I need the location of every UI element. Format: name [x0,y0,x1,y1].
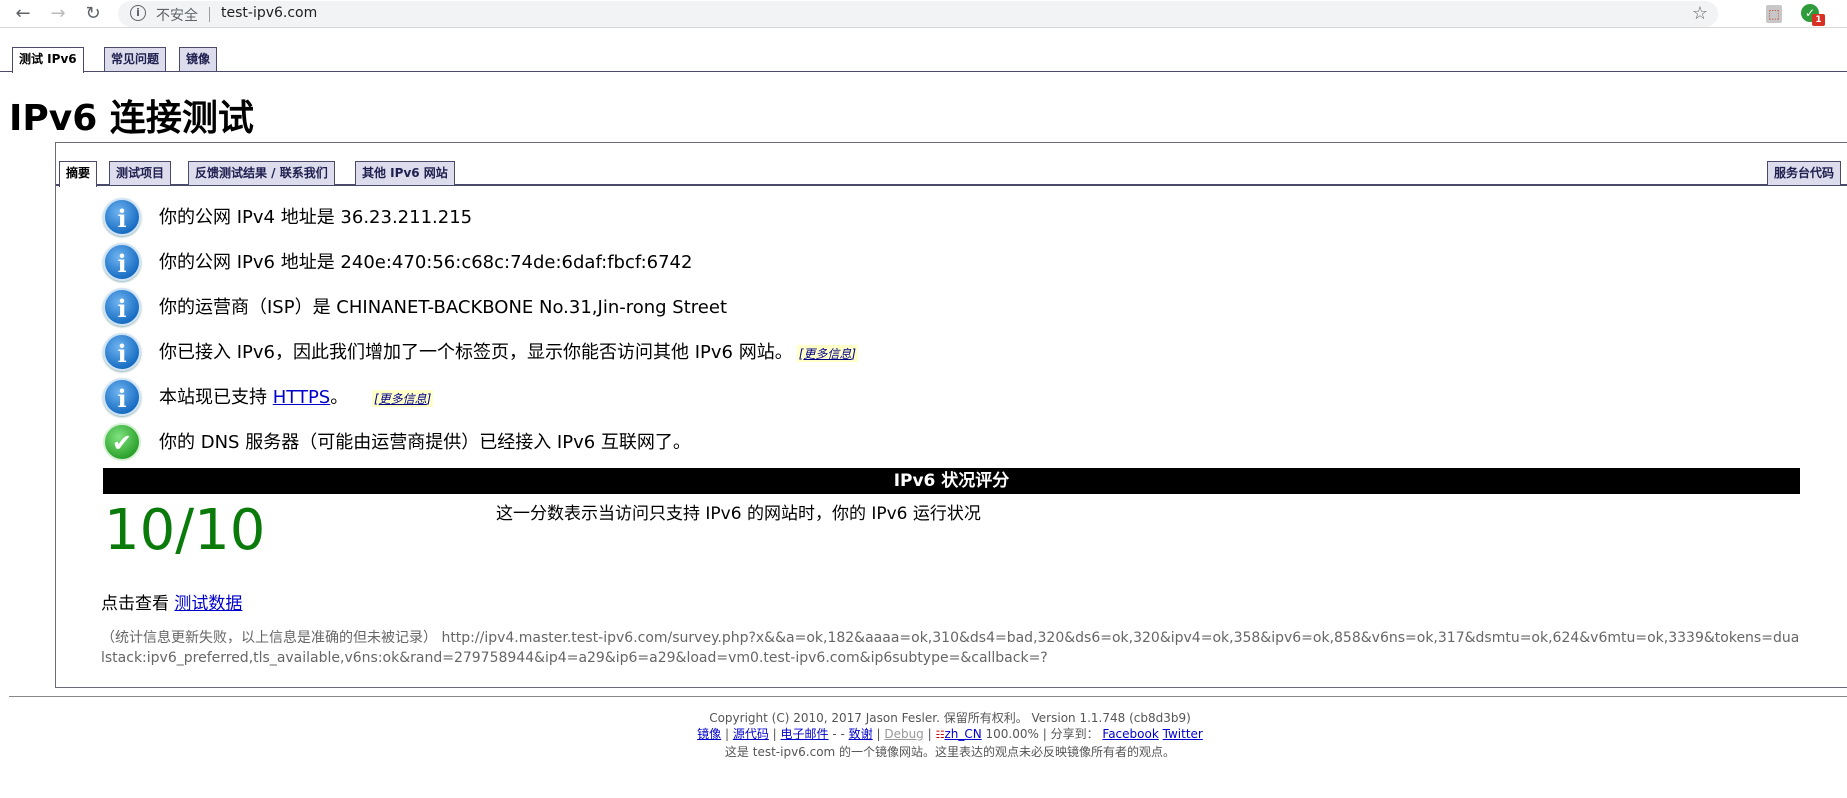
dns-text: 你的 DNS 服务器（可能由运营商提供）已经接入 IPv6 互联网了。 [159,432,691,453]
footer-locale-pct: 100.00% | 分享到： [981,727,1103,741]
back-arrow-icon[interactable]: ← [12,3,34,25]
test-data-prefix: 点击查看 [101,594,175,614]
extension-badge: 1 [1812,14,1825,26]
pdf-extension-icon[interactable]: ⬚ [1766,5,1782,23]
tab-mirrors[interactable]: 镜像 [179,47,218,71]
info-icon [103,288,141,326]
sub-tab-bar: 摘要 测试项目 反馈测试结果 / 联系我们 其他 IPv6 网站 服务台代码 [56,156,1847,187]
tab-other-ipv6-sites[interactable]: 其他 IPv6 网站 [355,161,455,185]
info-icon [103,243,141,281]
bookmark-star-icon[interactable]: ☆ [1692,3,1708,24]
footer-thanks-link[interactable]: 致谢 [849,727,873,741]
tab-added-text: 你已接入 IPv6，因此我们增加了一个标签页，显示你能否访问其他 IPv6 网站… [159,338,859,364]
address-separator [209,7,210,22]
stats-text: （统计信息更新失败，以上信息是准确的但未被记录） http://ipv4.mas… [101,630,1800,666]
https-prefix: 本站现已支持 [159,387,273,408]
more-info-link[interactable]: 更多信息 [803,347,851,361]
footer-facebook-link[interactable]: Facebook [1102,727,1158,741]
footer: Copyright (C) 2010, 2017 Jason Fesler. 保… [0,710,1847,760]
main-panel: 摘要 测试项目 反馈测试结果 / 联系我们 其他 IPv6 网站 服务台代码 你… [55,142,1847,688]
browser-toolbar: ← → ↻ i 不安全 test-ipv6.com ☆ ⬚ ✓ 1 [0,0,1847,28]
info-icon [103,378,141,416]
more-info-link-wrap: [更多信息] [371,390,434,407]
address-bar[interactable]: i 不安全 test-ipv6.com ☆ [118,1,1718,27]
tab-helpdesk-code[interactable]: 服务台代码 [1767,161,1842,185]
tab-tests[interactable]: 测试项目 [109,161,172,185]
https-text: 本站现已支持 HTTPS。 [更多信息] [159,383,434,409]
test-data-link[interactable]: 测试数据 [174,594,242,614]
score-value: 10/10 [104,498,266,563]
page-title: IPv6 连接测试 [9,98,254,139]
ipv4-address-text: 你的公网 IPv4 地址是 36.23.211.215 [159,207,473,228]
check-icon [103,423,141,461]
isp-text: 你的运营商（ISP）是 CHINANET-BACKBONE No.31,Jin-… [159,297,728,318]
tab-test-ipv6[interactable]: 测试 IPv6 [12,47,84,73]
info-icon [103,198,141,236]
tab-feedback[interactable]: 反馈测试结果 / 联系我们 [188,161,335,185]
footer-email-link[interactable]: 电子邮件 [781,727,829,741]
https-link[interactable]: HTTPS [273,387,331,408]
more-info-link[interactable]: 更多信息 [379,392,427,406]
mirror-note: 这是 test-ipv6.com 的一个镜像网站。这里表达的观点未必反映镜像所有… [724,745,1176,759]
top-tab-bar: 测试 IPv6 常见问题 镜像 [0,47,1847,73]
footer-twitter-link[interactable]: Twitter [1163,727,1203,741]
copyright-text: Copyright (C) 2010, 2017 Jason Fesler. 保… [709,711,1191,725]
test-data-line: 点击查看 测试数据 [101,589,242,614]
url-text[interactable]: test-ipv6.com [221,5,317,21]
https-suffix: 。 [330,387,349,408]
footer-mirror-link[interactable]: 镜像 [697,727,721,741]
info-icon[interactable]: i [130,5,146,21]
footer-locale-link[interactable]: zh_CN [944,727,981,741]
footer-divider [9,696,1847,697]
footer-debug-link[interactable]: Debug [884,727,923,741]
insecure-label: 不安全 [156,8,198,24]
footer-links: 镜像 | 源代码 | 电子邮件 - - 致谢 | Debug | ☷zh_CN … [697,727,1203,741]
tab-summary[interactable]: 摘要 [59,161,98,187]
score-description: 这一分数表示当访问只支持 IPv6 的网站时，你的 IPv6 运行状况 [496,504,981,524]
more-info-link-wrap: [更多信息] [796,345,859,362]
info-icon [103,333,141,371]
reload-icon[interactable]: ↻ [82,3,104,25]
footer-source-link[interactable]: 源代码 [733,727,769,741]
forward-arrow-icon[interactable]: → [47,3,69,25]
footer-email-suffix: - - [828,727,849,741]
tab-added-label: 你已接入 IPv6，因此我们增加了一个标签页，显示你能否访问其他 IPv6 网站… [159,342,793,363]
tab-faq[interactable]: 常见问题 [104,47,167,71]
score-header: IPv6 状况评分 [103,468,1800,494]
ipv6-address-text: 你的公网 IPv6 地址是 240e:470:56:c68c:74de:6daf… [159,252,693,273]
